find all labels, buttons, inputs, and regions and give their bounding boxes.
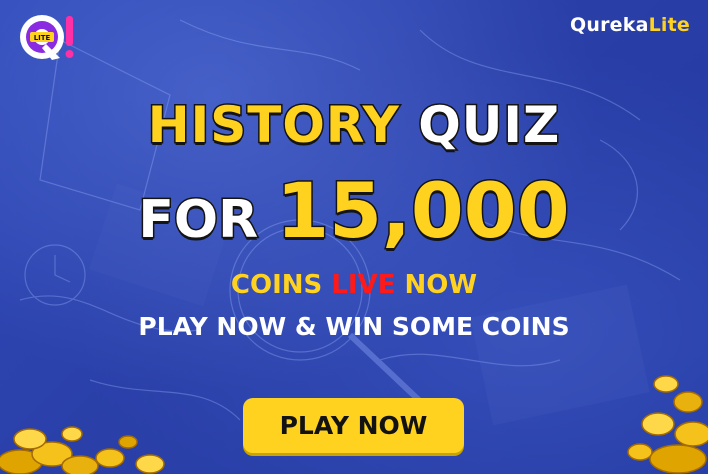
brand-main: Qureka	[570, 14, 649, 36]
live-badge-text: LIVE	[331, 270, 396, 300]
headline-for: FOR	[137, 189, 260, 252]
brand-name: QurekaLite	[570, 14, 690, 36]
play-now-button[interactable]: PLAY NOW	[243, 398, 464, 453]
headline-line-2: FOR 15,000	[0, 165, 708, 257]
coin-pile-icon	[627, 375, 708, 474]
now-text: NOW	[404, 270, 478, 300]
coins-live-line: COINS LIVE NOW	[0, 270, 708, 300]
coins-text: COINS	[230, 270, 323, 300]
tagline: PLAY NOW & WIN SOME COINS	[138, 312, 570, 341]
quiz-logo-icon: LITE	[20, 15, 74, 60]
logo-badge: LITE	[34, 34, 51, 42]
headline-line-1: HISTORY QUIZ	[0, 95, 708, 156]
banner: LITE QurekaLite HISTORY QUIZ FOR 15,000 …	[0, 0, 708, 474]
brand-accent: Lite	[648, 14, 690, 36]
headline-history: HISTORY	[146, 95, 400, 156]
coin-pile-icon	[0, 426, 165, 474]
headline-quiz: QUIZ	[417, 95, 561, 156]
prize-amount: 15,000	[275, 165, 571, 257]
